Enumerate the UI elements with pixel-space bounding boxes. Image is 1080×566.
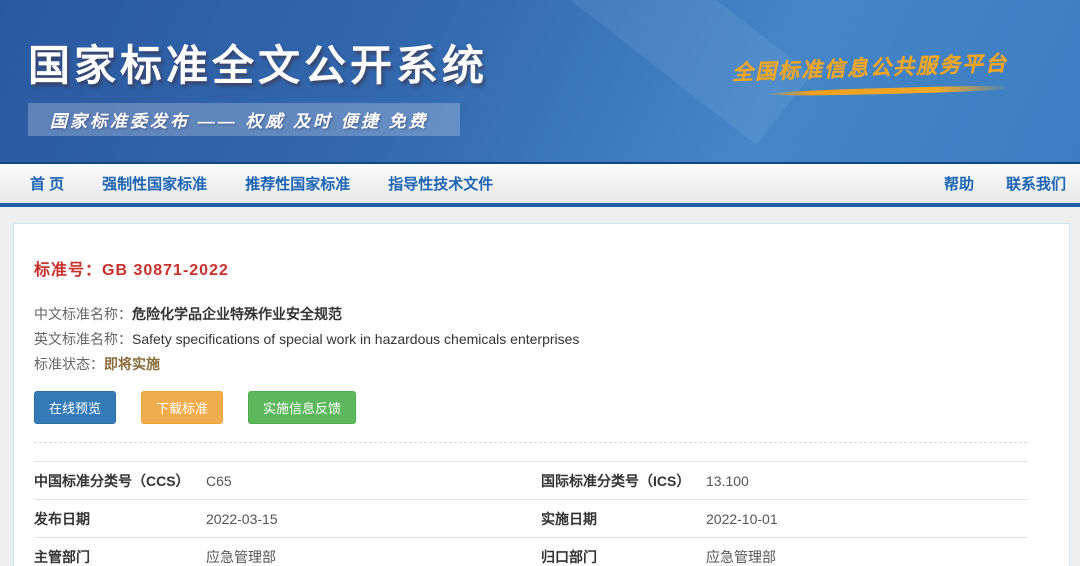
centralized-dept-value: 应急管理部 xyxy=(706,547,1027,566)
action-buttons: 在线预览 下载标准 实施信息反馈 xyxy=(34,391,1049,424)
ics-label: 国际标准分类号（ICS） xyxy=(541,471,706,491)
ics-value: 13.100 xyxy=(706,473,1027,489)
ccs-value: C65 xyxy=(206,473,541,489)
implement-date-label: 实施日期 xyxy=(541,509,706,529)
slogan-underline-decoration xyxy=(768,85,1006,97)
hero-banner: 国家标准全文公开系统 国家标准委发布 —— 权威 及时 便捷 免费 全国标准信息… xyxy=(0,0,1080,162)
nav-item-home[interactable]: 首 页 xyxy=(30,173,64,194)
standard-info-fields: 中文标准名称： 危险化学品企业特殊作业安全规范 英文标准名称： Safety s… xyxy=(34,301,1049,376)
field-value-chinese-name: 危险化学品企业特殊作业安全规范 xyxy=(132,304,342,324)
field-english-name: 英文标准名称： Safety specifications of special… xyxy=(34,326,1049,351)
implementation-feedback-button[interactable]: 实施信息反馈 xyxy=(248,391,356,424)
publish-date-value: 2022-03-15 xyxy=(206,511,541,527)
main-nav: 首 页 强制性国家标准 推荐性国家标准 指导性技术文件 帮助 联系我们 xyxy=(0,162,1080,204)
field-label: 标准状态： xyxy=(34,354,104,374)
standard-number-value: GB 30871-2022 xyxy=(102,262,229,279)
nav-item-recommended-standards[interactable]: 推荐性国家标准 xyxy=(245,173,350,194)
table-row: 发布日期 2022-03-15 实施日期 2022-10-01 xyxy=(34,499,1027,537)
site-subtitle-band: 国家标准委发布 —— 权威 及时 便捷 免费 xyxy=(28,103,460,136)
ccs-label: 中国标准分类号（CCS） xyxy=(34,471,206,491)
standard-number: 标准号：GB 30871-2022 xyxy=(34,256,1049,280)
implement-date-value: 2022-10-01 xyxy=(706,511,1027,527)
hero-streak-decoration xyxy=(1034,0,1080,162)
nav-item-help[interactable]: 帮助 xyxy=(944,173,974,194)
site-title: 国家标准全文公开系统 xyxy=(28,32,488,93)
field-label: 英文标准名称： xyxy=(34,329,132,349)
field-value-english-name: Safety specifications of special work in… xyxy=(132,331,579,347)
nav-item-contact-us[interactable]: 联系我们 xyxy=(1006,173,1066,194)
status-badge: 即将实施 xyxy=(104,354,160,374)
nav-item-guiding-documents[interactable]: 指导性技术文件 xyxy=(388,173,493,194)
nav-item-mandatory-standards[interactable]: 强制性国家标准 xyxy=(102,173,207,194)
nav-right-group: 帮助 联系我们 xyxy=(944,173,1080,194)
supervising-dept-value: 应急管理部 xyxy=(206,547,541,566)
centralized-dept-label: 归口部门 xyxy=(541,547,706,566)
field-label: 中文标准名称： xyxy=(34,304,132,324)
field-chinese-name: 中文标准名称： 危险化学品企业特殊作业安全规范 xyxy=(34,301,1049,326)
download-standard-button[interactable]: 下载标准 xyxy=(141,391,223,424)
standard-meta-table: 中国标准分类号（CCS） C65 国际标准分类号（ICS） 13.100 发布日… xyxy=(34,461,1027,566)
site-subtitle: 国家标准委发布 —— 权威 及时 便捷 免费 xyxy=(50,107,429,132)
table-row: 中国标准分类号（CCS） C65 国际标准分类号（ICS） 13.100 xyxy=(34,461,1027,499)
page: 国家标准全文公开系统 国家标准委发布 —— 权威 及时 便捷 免费 全国标准信息… xyxy=(0,0,1080,566)
supervising-dept-label: 主管部门 xyxy=(34,547,206,566)
standard-detail-card: 标准号：GB 30871-2022 中文标准名称： 危险化学品企业特殊作业安全规… xyxy=(13,223,1070,566)
table-row: 主管部门 应急管理部 归口部门 应急管理部 xyxy=(34,537,1027,566)
online-preview-button[interactable]: 在线预览 xyxy=(34,391,116,424)
field-standard-status: 标准状态： 即将实施 xyxy=(34,351,1049,376)
nav-left-group: 首 页 强制性国家标准 推荐性国家标准 指导性技术文件 xyxy=(0,173,493,194)
standard-number-label: 标准号： xyxy=(34,262,102,279)
publish-date-label: 发布日期 xyxy=(34,509,206,529)
dashed-divider xyxy=(34,442,1027,443)
platform-slogan: 全国标准信息公共服务平台 xyxy=(732,47,1009,87)
